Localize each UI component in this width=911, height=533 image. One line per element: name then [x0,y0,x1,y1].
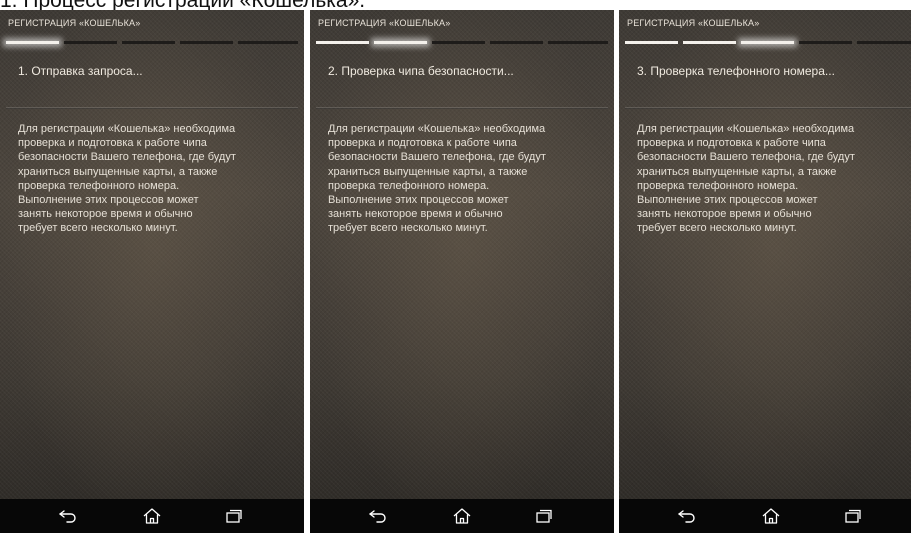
progress-bar [619,34,911,50]
progress-segment-2 [374,41,427,44]
step-title: 3. Проверка телефонного номера... [637,64,835,78]
progress-segment-1 [625,41,678,44]
back-icon [369,510,386,523]
step-title: 1. Отправка запроса... [18,64,143,78]
progress-segment-2 [64,41,117,44]
navigation-bar [619,499,911,533]
phone-screen-step-1: РЕГИСТРАЦИЯ «КОШЕЛЬКА» 1. Отправка запро… [0,10,304,533]
recent-apps-button[interactable] [514,499,574,533]
progress-bar [0,34,304,50]
progress-segment-4 [180,41,233,44]
app-title: РЕГИСТРАЦИЯ «КОШЕЛЬКА» [627,18,760,28]
screenshots-row: РЕГИСТРАЦИЯ «КОШЕЛЬКА» 1. Отправка запро… [0,10,911,533]
divider [316,107,608,109]
progress-segment-4 [799,41,852,44]
divider [6,107,298,109]
progress-segment-3 [122,41,175,44]
progress-segment-4 [490,41,543,44]
recent-apps-button[interactable] [823,499,883,533]
home-icon [143,508,161,524]
home-icon [762,508,780,524]
home-button[interactable] [122,499,182,533]
navigation-bar [310,499,614,533]
step-title: 2. Проверка чипа безопасности... [328,64,514,78]
navigation-bar [0,499,304,533]
home-button[interactable] [432,499,492,533]
app-title: РЕГИСТРАЦИЯ «КОШЕЛЬКА» [8,18,141,28]
recent-apps-button[interactable] [204,499,264,533]
description-text: Для регистрации «Кошелька» необходима пр… [328,123,546,235]
page: 1. Процесс регистрации «Кошелька». РЕГИС… [0,0,911,533]
progress-segment-2 [683,41,736,44]
app-title: РЕГИСТРАЦИЯ «КОШЕЛЬКА» [318,18,451,28]
back-icon [59,510,76,523]
phone-screen-step-3: РЕГИСТРАЦИЯ «КОШЕЛЬКА» 3. Проверка телеф… [619,10,911,533]
back-button[interactable] [657,499,717,533]
home-button[interactable] [741,499,801,533]
progress-segment-5 [548,41,608,44]
recent-apps-icon [845,509,861,523]
back-button[interactable] [38,499,98,533]
progress-segment-3 [432,41,485,44]
progress-segment-1 [6,41,59,44]
description-text: Для регистрации «Кошелька» необходима пр… [637,123,855,235]
divider [625,107,911,109]
home-icon [453,508,471,524]
description-text: Для регистрации «Кошелька» необходима пр… [18,123,236,235]
progress-segment-5 [857,41,911,44]
progress-segment-1 [316,41,369,44]
recent-apps-icon [226,509,242,523]
progress-bar [310,34,614,50]
phone-screen-step-2: РЕГИСТРАЦИЯ «КОШЕЛЬКА» 2. Проверка чипа … [310,10,614,533]
back-button[interactable] [348,499,408,533]
progress-segment-5 [238,41,298,44]
progress-segment-3 [741,41,794,44]
back-icon [678,510,695,523]
recent-apps-icon [536,509,552,523]
